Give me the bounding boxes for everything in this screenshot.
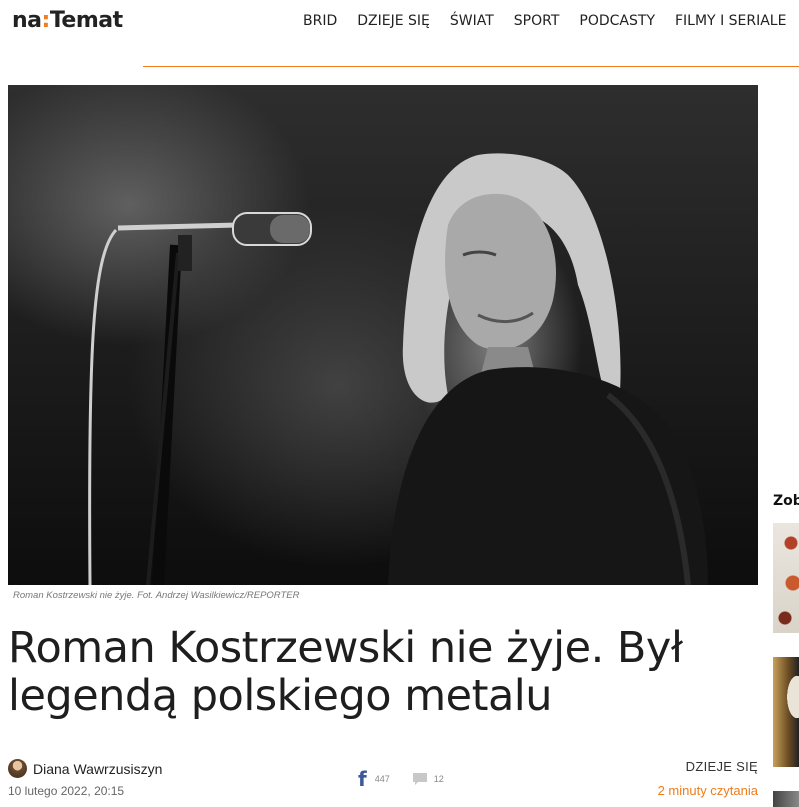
comment-icon[interactable]: [412, 772, 428, 786]
logo-colon: :: [41, 8, 51, 33]
nav-item-brid[interactable]: BRID: [303, 13, 337, 29]
nav-item-swiat[interactable]: ŚWIAT: [450, 13, 494, 29]
category-link[interactable]: DZIEJE SIĘ: [686, 759, 758, 774]
nav-item-sport[interactable]: SPORT: [514, 13, 560, 29]
author-block[interactable]: Diana Wawrzusiszyn: [8, 759, 162, 778]
nav-item-filmy-i-seriale[interactable]: FILMY I SERIALE: [675, 13, 786, 29]
hero-illustration: [88, 153, 708, 585]
facebook-share-count: 447: [374, 774, 390, 784]
nav-item-podcasty[interactable]: PODCASTY: [579, 13, 655, 29]
sidebar-thumbnail-2[interactable]: [773, 657, 799, 767]
image-caption: Roman Kostrzewski nie żyje. Fot. Andrzej…: [13, 590, 300, 601]
sidebar-thumbnail-3[interactable]: [773, 791, 799, 807]
publish-date: 10 lutego 2022, 20:15: [8, 784, 125, 798]
share-bar: f 447 12: [358, 769, 444, 789]
article-hero-image[interactable]: [8, 85, 758, 585]
sidebar-heading: Zob: [773, 493, 799, 509]
facebook-icon[interactable]: f: [358, 769, 367, 789]
nav-divider: [143, 66, 799, 67]
comment-count: 12: [433, 774, 444, 784]
author-avatar[interactable]: [8, 759, 27, 778]
logo-part-na: na: [12, 8, 42, 33]
logo-part-temat: Temat: [49, 8, 123, 33]
read-time: 2 minuty czytania: [657, 783, 758, 798]
nav-item-dzieje-sie[interactable]: DZIEJE SIĘ: [357, 13, 430, 29]
main-nav: BRID DZIEJE SIĘ ŚWIAT SPORT PODCASTY FIL…: [303, 13, 786, 29]
author-name[interactable]: Diana Wawrzusiszyn: [33, 761, 162, 777]
sidebar-thumbnail-1[interactable]: [773, 523, 799, 633]
site-logo[interactable]: na:Temat: [12, 8, 123, 33]
article-title: Roman Kostrzewski nie żyje. Był legendą …: [8, 623, 683, 721]
